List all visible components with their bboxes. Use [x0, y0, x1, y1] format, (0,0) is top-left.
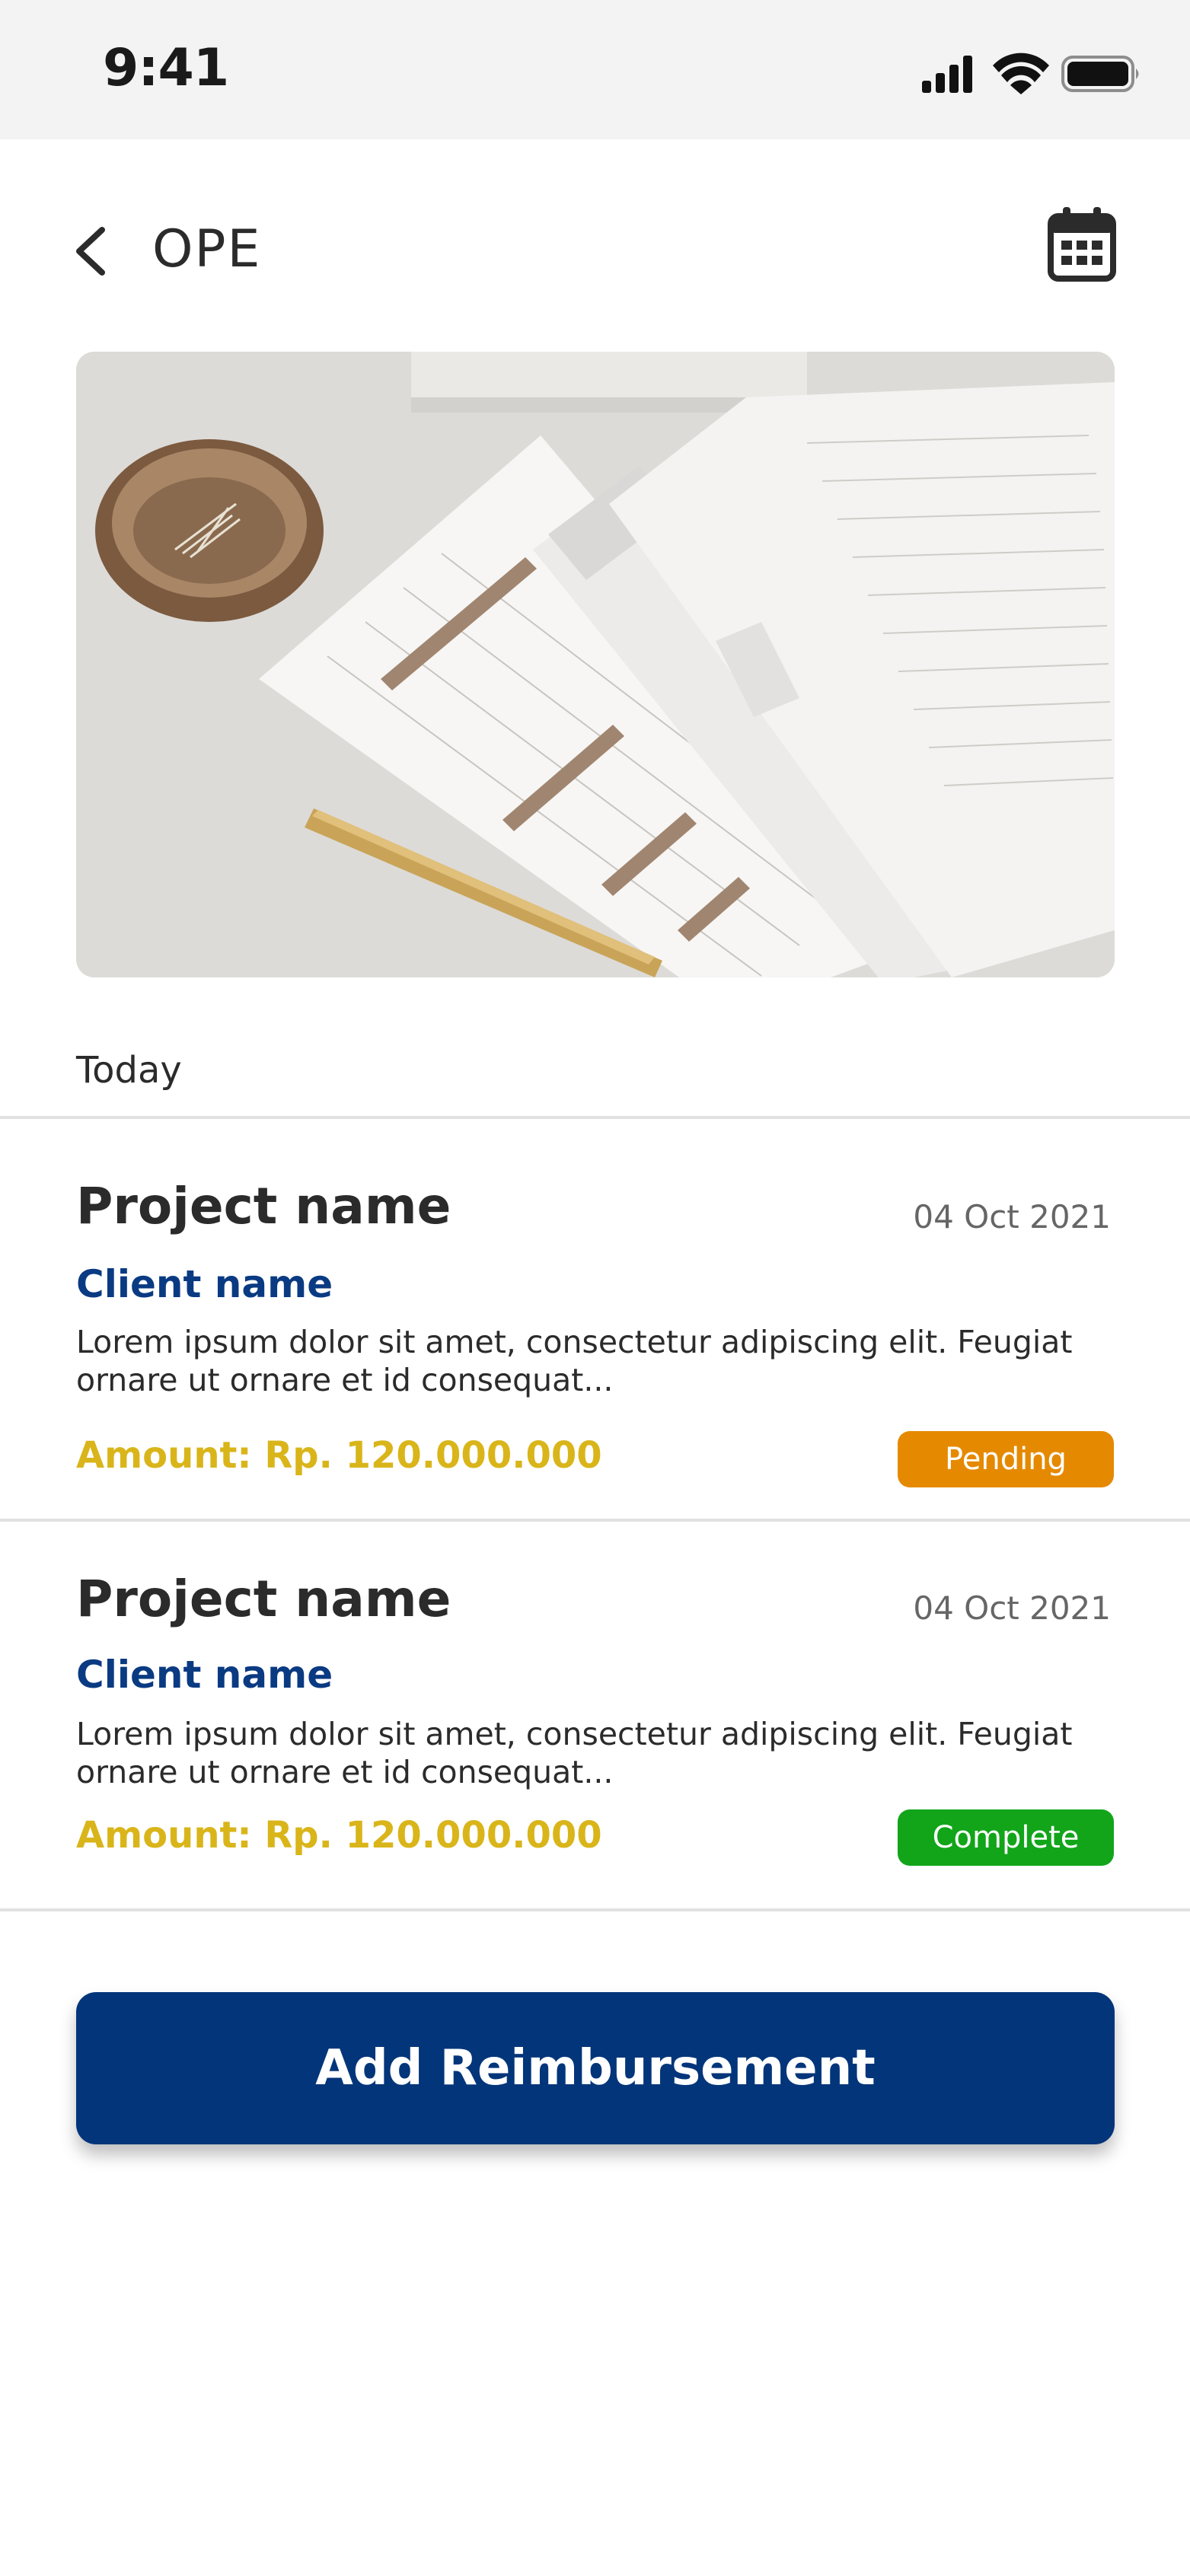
ope-screen: 9:41 OPE Today Project name 04 Oct 2021 … — [0, 0, 1190, 2576]
page-title: OPE — [152, 219, 262, 279]
project-name: Project name — [76, 1570, 451, 1628]
wifi-icon — [993, 53, 1049, 94]
cellular-signal-icon — [922, 56, 972, 93]
add-reimbursement-button[interactable]: Add Reimbursement — [76, 1992, 1115, 2144]
back-button[interactable] — [69, 221, 114, 282]
status-time: 9:41 — [103, 38, 229, 98]
card-amount: Amount: Rp. 120.000.000 — [76, 1434, 602, 1477]
project-name: Project name — [76, 1177, 451, 1235]
status-badge-pending: Pending — [898, 1431, 1114, 1487]
reimbursement-card[interactable]: Project name 04 Oct 2021 Client name Lor… — [0, 1522, 1190, 1908]
hero-image — [76, 352, 1115, 977]
section-label-today: Today — [76, 1049, 182, 1092]
status-bar: 9:41 — [0, 0, 1190, 139]
client-name: Client name — [76, 1262, 333, 1306]
calendar-button[interactable] — [1048, 206, 1116, 282]
divider — [0, 1908, 1190, 1911]
reimbursement-card[interactable]: Project name 04 Oct 2021 Client name Lor… — [0, 1119, 1190, 1519]
status-badge-complete: Complete — [898, 1809, 1114, 1866]
card-date: 04 Oct 2021 — [913, 1198, 1111, 1235]
client-name: Client name — [76, 1653, 333, 1697]
status-icons — [922, 52, 1143, 94]
card-description: Lorem ipsum dolor sit amet, consectetur … — [76, 1324, 1073, 1398]
card-description: Lorem ipsum dolor sit amet, consectetur … — [76, 1716, 1073, 1790]
calendar-icon — [1048, 207, 1116, 282]
chevron-left-icon — [76, 227, 105, 276]
battery-icon — [1061, 56, 1139, 92]
card-amount: Amount: Rp. 120.000.000 — [76, 1814, 602, 1857]
card-date: 04 Oct 2021 — [913, 1589, 1111, 1627]
